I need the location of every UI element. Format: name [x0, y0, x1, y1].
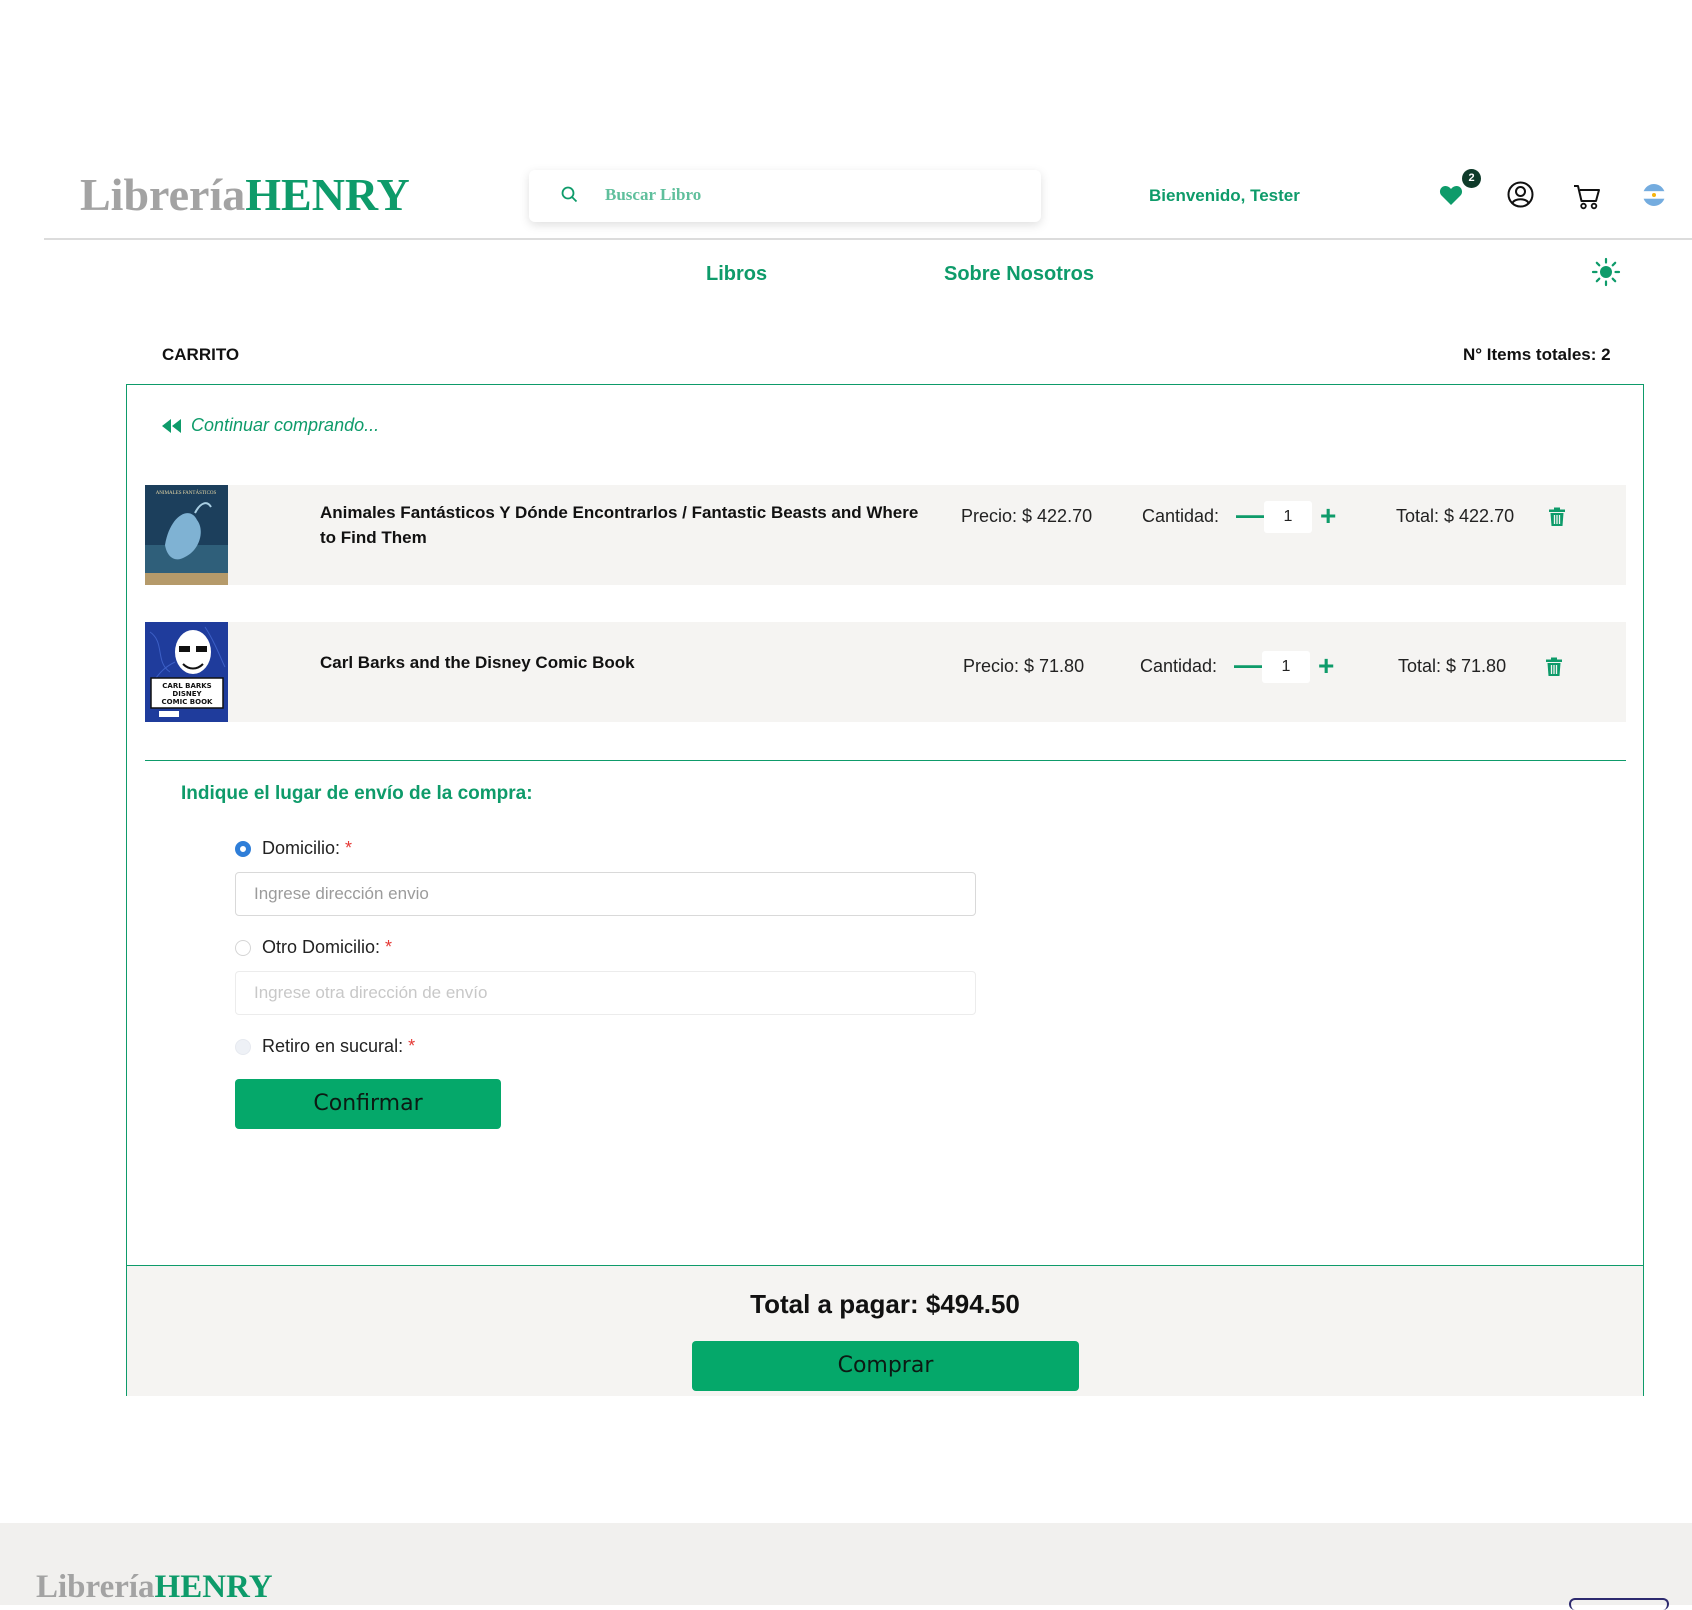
- radio-home-label: Domicilio: *: [262, 838, 352, 859]
- nav-books-link[interactable]: Libros: [706, 263, 767, 286]
- user-account-icon[interactable]: [1507, 181, 1534, 208]
- required-asterisk: *: [385, 937, 393, 957]
- book-cover-text: ANIMALES FANTÁSTICOS: [156, 490, 217, 496]
- home-address-input[interactable]: Ingrese dirección envio: [235, 872, 976, 916]
- cart-item-quantity-label: Cantidad:: [1142, 506, 1220, 526]
- quantity-input[interactable]: 1: [1264, 501, 1312, 533]
- brand-logo[interactable]: LibreríaHENRY: [80, 168, 410, 221]
- cart-item-total: Total: $ 71.80: [1398, 656, 1507, 676]
- book-cover-text: COMIC BOOK: [162, 698, 213, 706]
- logo-word-henry: HENRY: [245, 169, 410, 220]
- theme-sun-icon[interactable]: [1591, 257, 1621, 287]
- nav-about-link[interactable]: Sobre Nosotros: [944, 263, 1094, 286]
- logo-word-libreria: Librería: [36, 1569, 155, 1605]
- welcome-text: Bienvenido, Tester: [1149, 186, 1300, 205]
- required-asterisk: *: [345, 838, 353, 858]
- confirm-button[interactable]: Confirmar: [235, 1079, 501, 1129]
- quantity-input[interactable]: 1: [1262, 651, 1310, 683]
- cart-divider: [145, 760, 1626, 761]
- footer-logo[interactable]: LibreríaHENRY: [36, 1569, 273, 1606]
- shipping-title: Indique el lugar de envío de la compra:: [181, 783, 533, 804]
- other-address-input[interactable]: Ingrese otra dirección de envío: [235, 971, 976, 1015]
- radio-store-pickup[interactable]: [235, 1039, 251, 1055]
- other-label-text: Otro Domicilio:: [262, 937, 381, 957]
- double-chevron-left-icon[interactable]: [162, 419, 182, 433]
- items-total-count: N° Items totales: 2: [1463, 345, 1611, 364]
- favorites-count-badge: 2: [1462, 169, 1481, 188]
- trash-icon[interactable]: [1546, 657, 1562, 676]
- radio-home-address[interactable]: [235, 841, 251, 857]
- cart-item-price: Precio: $ 422.70: [961, 506, 1093, 526]
- radio-other-label: Otro Domicilio: *: [262, 937, 392, 958]
- favorites-heart-icon[interactable]: [1439, 184, 1463, 206]
- cart-item-price: Precio: $ 71.80: [963, 656, 1085, 676]
- cart-item-title: Carl Barks and the Disney Comic Book: [320, 653, 635, 672]
- pickup-label-text: Retiro en sucural:: [262, 1036, 404, 1056]
- required-asterisk: *: [408, 1036, 416, 1056]
- buy-button[interactable]: Comprar: [692, 1341, 1079, 1391]
- decrease-quantity-button[interactable]: —: [1234, 651, 1262, 679]
- radio-other-address[interactable]: [235, 940, 251, 956]
- cart-item-title: Animales Fantásticos Y Dónde Encontrarlo…: [320, 503, 919, 547]
- radio-pickup-label: Retiro en sucural: *: [262, 1036, 415, 1057]
- trash-icon[interactable]: [1549, 507, 1565, 526]
- search-input[interactable]: Buscar Libro: [605, 185, 701, 205]
- increase-quantity-button[interactable]: +: [1320, 502, 1336, 530]
- argentina-flag-icon[interactable]: [1643, 184, 1665, 206]
- footer-button[interactable]: [1569, 1598, 1669, 1610]
- cart-item-total: Total: $ 422.70: [1396, 506, 1515, 526]
- logo-word-libreria: Librería: [80, 169, 246, 220]
- increase-quantity-button[interactable]: +: [1318, 652, 1334, 680]
- book-cover-text: CARL BARKS: [162, 682, 211, 690]
- search-icon: [561, 186, 578, 203]
- book-cover-text: DISNEY: [172, 690, 202, 698]
- book-cover-image[interactable]: ANIMALES FANTÁSTICOS: [145, 485, 228, 585]
- continue-shopping-link[interactable]: Continuar comprando...: [191, 415, 379, 436]
- total-to-pay: Total a pagar: $494.50: [750, 1289, 1020, 1319]
- header-divider: [44, 238, 1692, 240]
- book-cover-image[interactable]: CARL BARKS DISNEY COMIC BOOK: [145, 622, 228, 722]
- cart-item-quantity-label: Cantidad:: [1140, 656, 1218, 676]
- cart-title: CARRITO: [162, 345, 240, 364]
- decrease-quantity-button[interactable]: —: [1236, 501, 1264, 529]
- logo-word-henry: HENRY: [154, 1569, 273, 1605]
- home-label-text: Domicilio:: [262, 838, 341, 858]
- cart-icon[interactable]: [1573, 183, 1601, 210]
